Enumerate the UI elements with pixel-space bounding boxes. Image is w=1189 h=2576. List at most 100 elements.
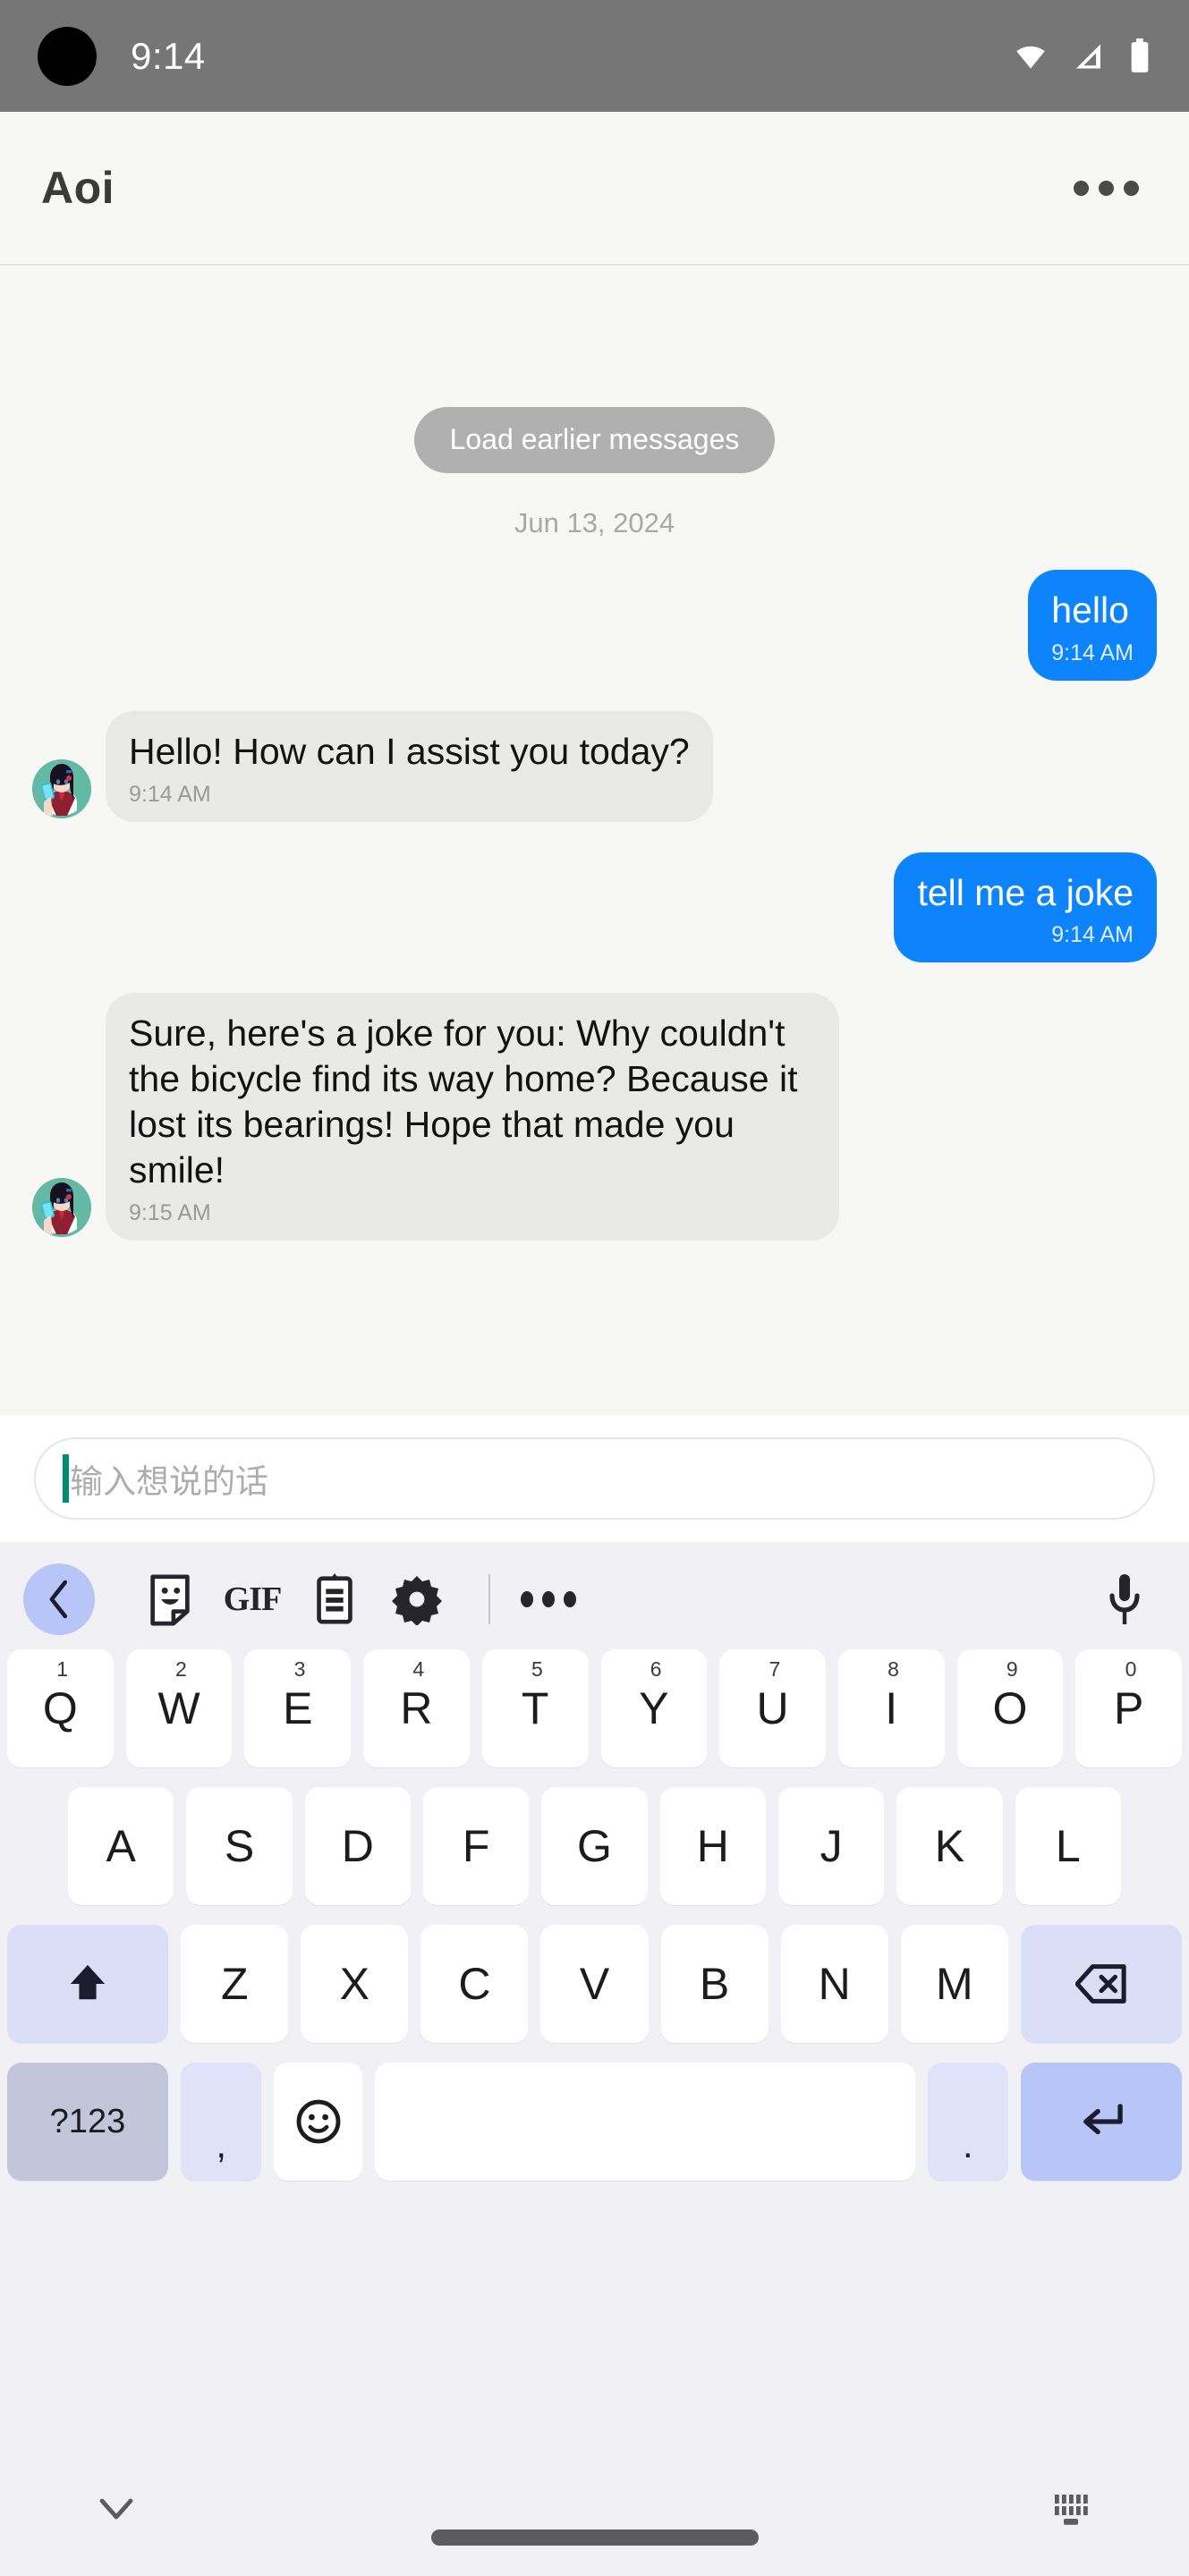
key-superscript: 7 [769,1657,781,1681]
backspace-key[interactable] [1020,1925,1182,2043]
key-superscript: 4 [412,1657,425,1681]
key-n[interactable]: N [780,1925,888,2043]
keyboard-toolbar: GIF [0,1549,1189,1649]
key-u[interactable]: 7U [719,1649,826,1767]
key-x[interactable]: X [301,1925,409,2043]
key-l[interactable]: L [1015,1787,1121,1905]
message-row: hello 9:14 AM [32,570,1157,681]
key-superscript: 1 [56,1657,69,1681]
key-superscript: 0 [1125,1657,1137,1681]
key-r[interactable]: 4R [363,1649,470,1767]
avatar[interactable] [32,758,91,818]
key-label: U [756,1683,789,1733]
key-w[interactable]: 2W [125,1649,233,1767]
page-title: Aoi [41,163,115,213]
message-timestamp: 9:15 AM [129,1199,211,1225]
spacebar-key[interactable] [375,2063,915,2181]
key-c[interactable]: C [420,1925,529,2043]
key-k[interactable]: K [896,1787,1003,1905]
text-cursor [63,1454,69,1503]
key-y[interactable]: 6Y [600,1649,708,1767]
message-bubble-outgoing[interactable]: tell me a joke 9:14 AM [894,852,1157,963]
message-row: Sure, here's a joke for you: Why couldn'… [32,993,1157,1241]
shift-key[interactable] [7,1925,169,2043]
keyboard-switch-icon[interactable] [1051,2491,1091,2531]
message-bubble-outgoing[interactable]: hello 9:14 AM [1028,570,1157,681]
keyboard-row-1: 1Q 2W 3E 4R 5T 6Y 7U 8I 9O 0P [0,1649,1189,1767]
app-bar: Aoi [0,112,1189,266]
sticker-icon[interactable] [129,1558,211,1640]
key-label: I [885,1683,898,1733]
gif-icon[interactable]: GIF [211,1558,293,1640]
message-input[interactable]: 输入想说的话 [34,1437,1155,1520]
composer-bar: 输入想说的话 [0,1415,1189,1542]
menu-dot [1124,180,1139,196]
key-p[interactable]: 0P [1075,1649,1183,1767]
key-d[interactable]: D [304,1787,411,1905]
key-j[interactable]: J [777,1787,885,1905]
message-text: hello [1051,589,1129,631]
more-options-icon[interactable] [521,1591,576,1607]
message-bubble-incoming[interactable]: Hello! How can I assist you today? 9:14 … [106,710,713,822]
settings-gear-icon[interactable] [376,1558,458,1640]
enter-key[interactable] [1021,2063,1183,2181]
comma-key[interactable]: , [180,2063,262,2181]
key-z[interactable]: Z [181,1925,289,2043]
key-label: Q [42,1683,78,1733]
key-t[interactable]: 5T [481,1649,589,1767]
chevron-down-icon[interactable] [98,2497,134,2525]
phone-screen: 9:14 Aoi Load earlier messages Jun 13, 2… [0,0,1189,2576]
message-timestamp: 9:14 AM [129,781,211,807]
key-superscript: 8 [888,1657,899,1681]
more-dot [564,1591,576,1607]
key-label: E [283,1683,313,1733]
battery-icon [1128,38,1151,74]
key-label: , [216,2123,226,2165]
key-a[interactable]: A [68,1787,174,1905]
key-m[interactable]: M [900,1925,1008,2043]
message-bubble-incoming[interactable]: Sure, here's a joke for you: Why couldn'… [106,993,839,1241]
key-superscript: 6 [650,1657,662,1681]
overflow-menu-icon[interactable] [1065,166,1148,210]
avatar[interactable] [32,1177,91,1237]
back-chevron-icon[interactable] [23,1563,95,1635]
menu-dot [1099,180,1114,196]
key-s[interactable]: S [186,1787,293,1905]
key-label: R [400,1683,433,1733]
message-timestamp: 9:14 AM [1051,922,1134,948]
key-superscript: 5 [531,1657,543,1681]
key-f[interactable]: F [423,1787,530,1905]
message-list[interactable]: Load earlier messages Jun 13, 2024 hello… [0,266,1189,1415]
symbols-key[interactable]: ?123 [7,2063,168,2181]
date-separator: Jun 13, 2024 [514,507,675,538]
key-label: T [521,1683,549,1733]
key-h[interactable]: H [659,1787,766,1905]
system-navigation-bar [0,2445,1189,2576]
key-g[interactable]: G [541,1787,648,1905]
keyboard-row-4: ?123 , . [0,2063,1189,2181]
period-key[interactable]: . [927,2063,1009,2181]
key-label: . [963,2123,973,2165]
key-e[interactable]: 3E [244,1649,352,1767]
home-indicator[interactable] [430,2529,759,2546]
key-label: W [157,1683,200,1733]
message-text: Hello! How can I assist you today? [129,730,690,772]
key-label: P [1113,1683,1144,1733]
keyboard-row-3: Z X C V B N M [0,1925,1189,2043]
clipboard-icon[interactable] [293,1558,376,1640]
microphone-icon[interactable] [1083,1558,1166,1640]
emoji-key[interactable] [274,2063,363,2181]
key-i[interactable]: 8I [837,1649,945,1767]
more-dot [542,1591,555,1607]
key-v[interactable]: V [540,1925,649,2043]
load-earlier-wrapper: Load earlier messages [32,407,1157,473]
key-b[interactable]: B [660,1925,769,2043]
message-row: Hello! How can I assist you today? 9:14 … [32,710,1157,822]
status-bar-icons [1010,38,1151,74]
message-timestamp: 9:14 AM [1051,640,1134,665]
key-o[interactable]: 9O [956,1649,1064,1767]
menu-dot [1074,180,1089,196]
key-q[interactable]: 1Q [6,1649,114,1767]
key-superscript: 2 [174,1657,187,1681]
load-earlier-messages-button[interactable]: Load earlier messages [413,407,776,473]
